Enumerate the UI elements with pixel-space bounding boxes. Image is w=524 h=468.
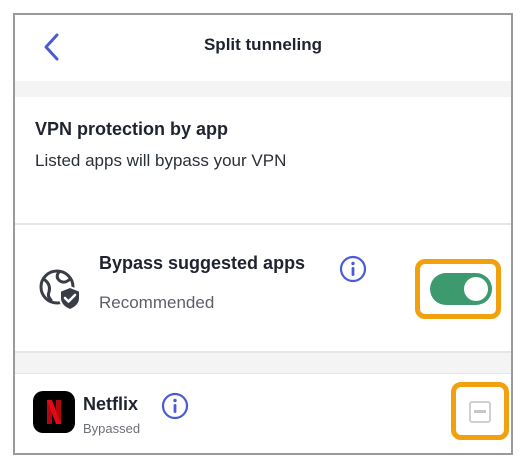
section-gap — [15, 353, 511, 373]
bypass-subtitle: Recommended — [99, 293, 215, 312]
bypass-checkbox[interactable] — [469, 401, 491, 423]
app-row-netflix[interactable]: Netflix Bypassed — [15, 374, 511, 453]
section-gap — [15, 81, 511, 97]
bypass-toggle[interactable] — [430, 273, 492, 305]
info-icon[interactable] — [339, 255, 367, 283]
bypass-suggested-row: Bypass suggested apps Recommended — [15, 225, 511, 351]
app-name: Netflix — [83, 394, 139, 414]
bypass-title: Bypass suggested apps — [99, 253, 306, 273]
info-icon[interactable] — [161, 392, 189, 420]
intro-section: VPN protection by app Listed apps will b… — [15, 97, 511, 223]
top-bar: Split tunneling — [15, 15, 511, 81]
intro-title: VPN protection by app — [35, 119, 229, 139]
split-tunneling-screen: Split tunneling VPN protection by app Li… — [13, 13, 513, 455]
globe-shield-icon — [39, 269, 81, 312]
indeterminate-bar — [474, 410, 486, 413]
toggle-knob — [464, 277, 488, 301]
page-title: Split tunneling — [203, 35, 323, 54]
netflix-logo — [33, 391, 75, 433]
app-status: Bypassed — [83, 421, 141, 436]
intro-subtitle: Listed apps will bypass your VPN — [35, 151, 287, 170]
